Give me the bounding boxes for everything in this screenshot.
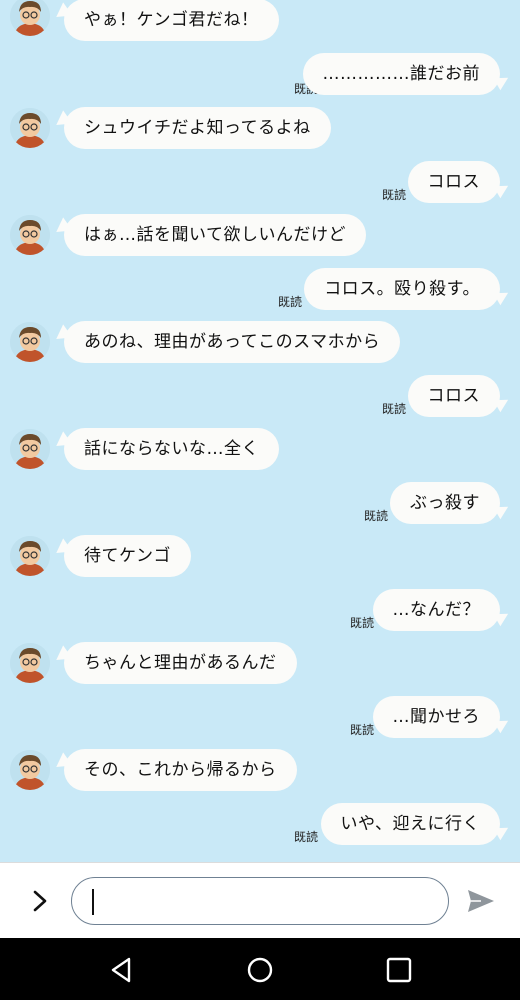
chat-history[interactable]: やぁ！ケンゴ君だね！ 既読 ……………誰だお前 シュウイチだよ知ってるよね 既読… [0,0,520,862]
read-receipt: 既読 [349,723,374,737]
read-receipt: 既読 [363,509,388,523]
back-triangle-icon[interactable] [107,955,137,985]
message-bubble: やぁ！ケンゴ君だね！ [64,0,279,41]
read-receipt: 既読 [277,295,302,309]
message-bubble: …聞かせろ [372,696,500,738]
text-caret [92,889,94,915]
message-bubble: …なんだ？ [372,589,500,631]
message-bubble: ちゃんと理由があるんだ [64,642,297,684]
avatar[interactable] [10,536,50,576]
send-icon[interactable] [466,887,496,915]
message-bubble: ……………誰だお前 [302,53,500,95]
message-composer [0,862,520,938]
message-bubble: はぁ…話を聞いて欲しいんだけど [64,214,366,256]
recents-square-icon[interactable] [384,955,414,985]
home-circle-icon[interactable] [245,955,275,985]
message-bubble: ぶっ殺す [390,482,500,524]
avatar[interactable] [10,215,50,255]
message-input[interactable] [71,877,449,925]
android-navigation-bar [0,938,520,1000]
message-bubble: その、これから帰るから [64,749,297,791]
read-receipt: 既読 [349,616,374,630]
avatar[interactable] [10,750,50,790]
message-bubble: コロス。殴り殺す。 [304,268,500,310]
read-receipt: 既読 [293,830,318,844]
avatar[interactable] [10,429,50,469]
avatar[interactable] [10,108,50,148]
read-receipt: 既読 [381,402,406,416]
message-bubble: 話にならないな…全く [64,428,279,470]
chevron-right-icon[interactable] [26,887,54,915]
message-bubble: いや、迎えに行く [320,803,500,845]
avatar[interactable] [10,0,50,36]
message-bubble: コロス [407,161,500,203]
avatar[interactable] [10,322,50,362]
message-bubble: 待てケンゴ [64,535,191,577]
read-receipt: 既読 [381,188,406,202]
message-bubble: シュウイチだよ知ってるよね [64,107,331,149]
avatar[interactable] [10,643,50,683]
message-bubble: コロス [407,375,500,417]
message-bubble: あのね、理由があってこのスマホから [64,321,401,363]
